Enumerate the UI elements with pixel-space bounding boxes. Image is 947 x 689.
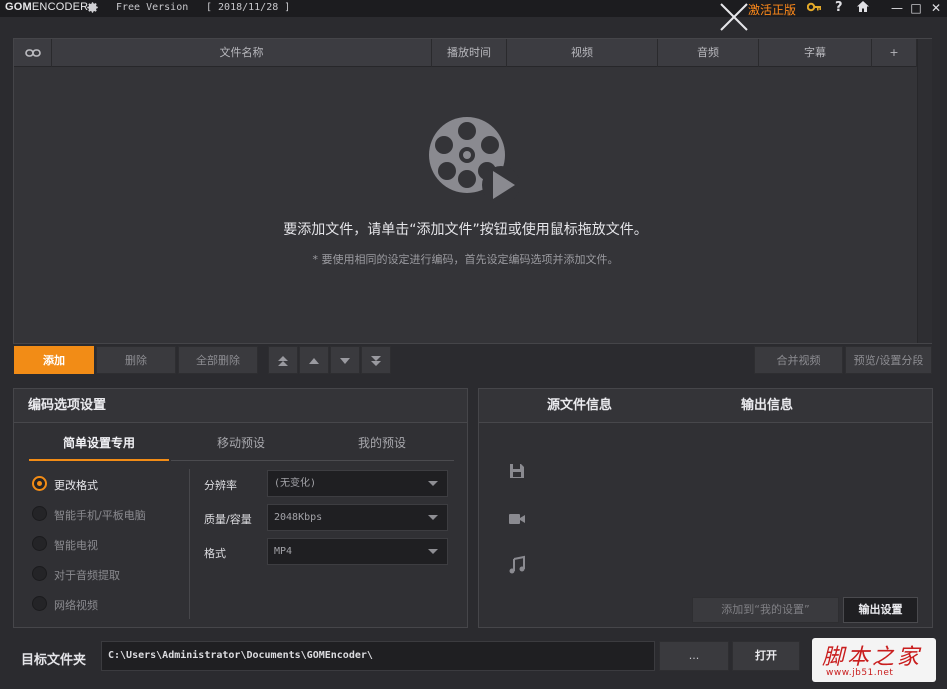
minimize-icon[interactable]: — xyxy=(889,0,905,16)
radio-smartphone-tablet[interactable] xyxy=(32,506,47,521)
merge-video-button[interactable]: 合并视频 xyxy=(754,346,843,374)
cross-mark-icon xyxy=(720,3,748,31)
source-info-title[interactable]: 源文件信息 xyxy=(547,389,612,423)
chevron-down-icon xyxy=(428,549,438,554)
resolution-label: 分辨率 xyxy=(204,479,237,492)
tab-divider xyxy=(171,460,454,461)
chevron-down-icon xyxy=(428,515,438,520)
radio-label-smartphone-tablet[interactable]: 智能手机/平板电脑 xyxy=(54,507,146,523)
output-info-title[interactable]: 输出信息 xyxy=(741,389,793,423)
tab-my-presets[interactable]: 我的预设 xyxy=(312,431,452,461)
watermark-url: www.jb51.net xyxy=(826,668,894,678)
file-list-scrollbar[interactable] xyxy=(917,39,932,343)
close-icon[interactable]: ✕ xyxy=(928,0,944,16)
format-value: MP4 xyxy=(274,546,293,557)
col-video[interactable]: 视频 xyxy=(507,39,658,67)
preview-segment-button[interactable]: 预览/设置分段 xyxy=(845,346,932,374)
link-column-header[interactable] xyxy=(14,39,52,67)
target-folder-label: 目标文件夹 xyxy=(21,653,87,668)
move-down-button[interactable] xyxy=(330,346,360,374)
link-icon xyxy=(24,49,41,57)
output-settings-button[interactable]: 输出设置 xyxy=(843,597,918,623)
up-arrow-icon xyxy=(309,358,319,364)
save-disk-icon xyxy=(510,464,524,478)
radio-change-format[interactable] xyxy=(32,476,47,491)
target-folder-input[interactable]: C:\Users\Administrator\Documents\GOMEnco… xyxy=(101,641,655,671)
browse-button[interactable]: ... xyxy=(659,641,729,671)
logo-bold-text: GOM xyxy=(5,1,32,13)
radio-smart-tv[interactable] xyxy=(32,536,47,551)
double-up-icon xyxy=(278,356,288,366)
music-note-icon xyxy=(509,555,525,574)
quality-value: 2048Kbps xyxy=(274,512,323,523)
radio-label-web-video[interactable]: 网络视频 xyxy=(54,597,98,613)
radio-audio-extract[interactable] xyxy=(32,566,47,581)
move-up-button[interactable] xyxy=(299,346,329,374)
down-arrow-icon xyxy=(340,358,350,364)
activate-link[interactable]: 激活正版 xyxy=(748,1,796,18)
radio-label-change-format[interactable]: 更改格式 xyxy=(54,477,98,493)
drop-hint-sub: * 要使用相同的设定进行编码，首先设定编码选项并添加文件。 xyxy=(312,253,619,266)
radio-label-smart-tv[interactable]: 智能电视 xyxy=(54,537,98,553)
quality-label: 质量/容量 xyxy=(204,513,252,526)
watermark-logo: 脚本之家 www.jb51.net xyxy=(812,638,936,682)
resolution-value: (无变化) xyxy=(274,478,317,489)
gear-icon[interactable] xyxy=(86,1,99,14)
info-header: 源文件信息 输出信息 xyxy=(479,389,932,423)
options-divider xyxy=(189,469,190,619)
delete-all-button[interactable]: 全部删除 xyxy=(178,346,258,374)
file-list-header: 文件名称 播放时间 视频 音频 字幕 + xyxy=(14,39,917,67)
double-down-icon xyxy=(371,356,381,366)
app-logo: GOMENCODER xyxy=(5,1,88,13)
col-audio[interactable]: 音频 xyxy=(658,39,759,67)
col-file-name[interactable]: 文件名称 xyxy=(52,39,432,67)
col-subtitle[interactable]: 字幕 xyxy=(759,39,872,67)
col-duration[interactable]: 播放时间 xyxy=(432,39,507,67)
help-icon[interactable]: ? xyxy=(835,0,843,15)
resolution-select[interactable]: (无变化) xyxy=(267,470,448,497)
add-to-my-presets-button[interactable]: 添加到“我的设置” xyxy=(692,597,839,623)
radio-web-video[interactable] xyxy=(32,596,47,611)
move-to-top-button[interactable] xyxy=(268,346,298,374)
watermark-text: 脚本之家 xyxy=(822,645,923,670)
col-add-column[interactable]: + xyxy=(872,39,917,67)
move-to-bottom-button[interactable] xyxy=(361,346,391,374)
encode-options-title: 编码选项设置 xyxy=(14,389,467,423)
format-select[interactable]: MP4 xyxy=(267,538,448,565)
tab-simple-settings[interactable]: 简单设置专用 xyxy=(29,431,169,461)
open-folder-button[interactable]: 打开 xyxy=(732,641,800,671)
file-list[interactable]: 文件名称 播放时间 视频 音频 字幕 + 要添加文件，请单击“添加文件”按钮或使… xyxy=(13,38,932,344)
tab-mobile-presets[interactable]: 移动预设 xyxy=(171,431,311,461)
info-panel: 源文件信息 输出信息 添加到“我的设置” 输出设置 xyxy=(478,388,933,628)
logo-light-text: ENCODER xyxy=(31,1,89,13)
add-button[interactable]: 添加 xyxy=(14,346,94,374)
build-date-label: [ 2018/11/28 ] xyxy=(206,2,291,13)
film-reel-icon xyxy=(429,117,520,204)
free-version-label: Free Version xyxy=(116,2,189,13)
home-icon[interactable] xyxy=(856,0,870,17)
quality-select[interactable]: 2048Kbps xyxy=(267,504,448,531)
format-label: 格式 xyxy=(204,547,226,560)
key-icon[interactable] xyxy=(806,1,821,16)
title-bar: GOMENCODER Free Version [ 2018/11/28 ] 激… xyxy=(0,0,947,17)
encode-options-panel: 编码选项设置 简单设置专用 移动预设 我的预设 更改格式 智能手机/平板电脑 智… xyxy=(13,388,468,628)
radio-label-audio-extract[interactable]: 对于音频提取 xyxy=(54,567,120,583)
maximize-icon[interactable]: □ xyxy=(908,0,924,16)
video-camera-icon xyxy=(509,514,525,524)
drop-hint-main: 要添加文件，请单击“添加文件”按钮或使用鼠标拖放文件。 xyxy=(283,222,648,238)
delete-button[interactable]: 删除 xyxy=(96,346,176,374)
chevron-down-icon xyxy=(428,481,438,486)
